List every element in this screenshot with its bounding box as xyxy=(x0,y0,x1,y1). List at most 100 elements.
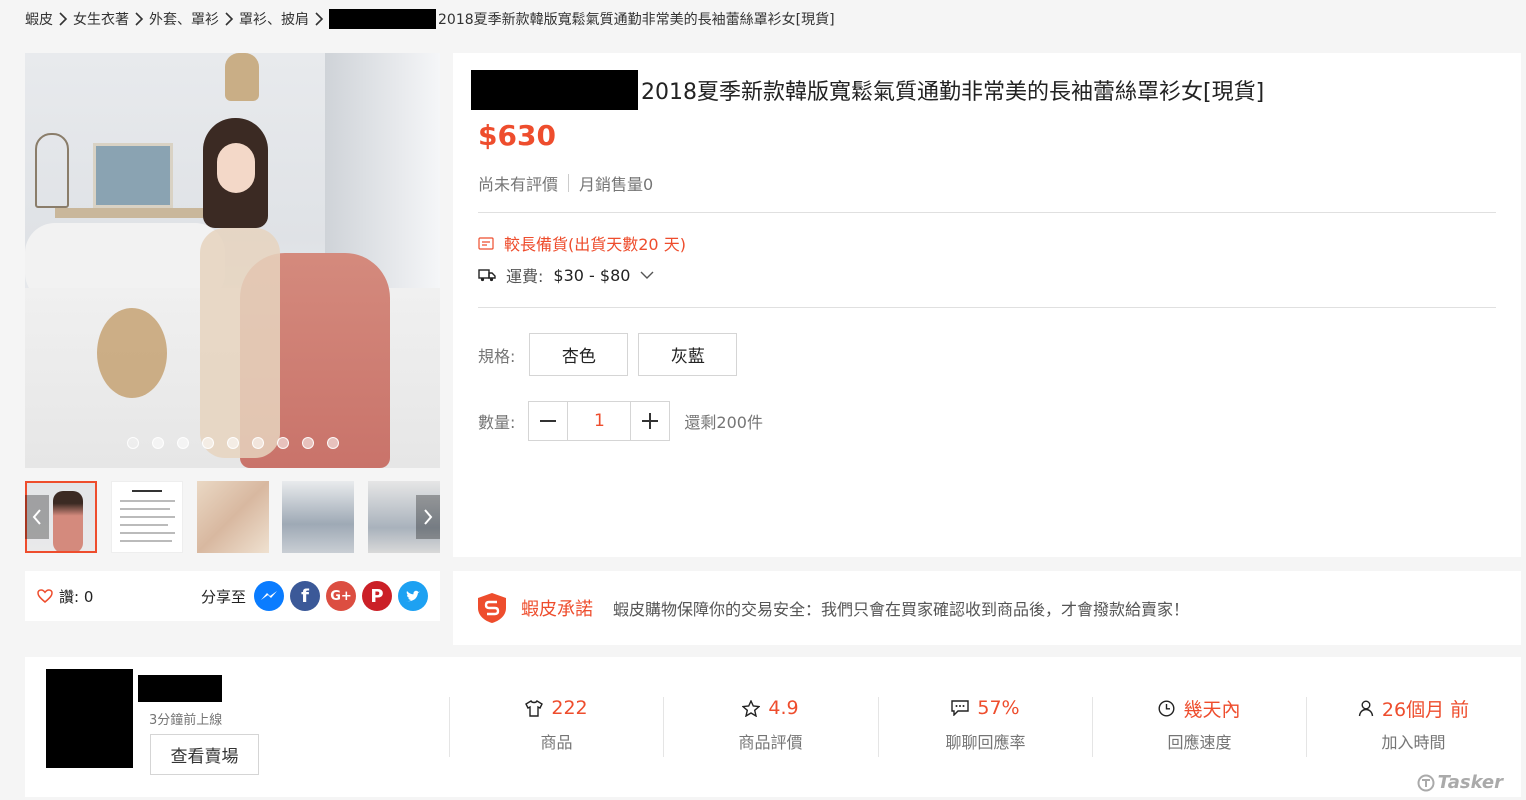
preorder-notice: 較長備貨(出貨天數20 天) xyxy=(478,231,686,255)
messenger-icon[interactable] xyxy=(254,581,284,611)
main-product-image[interactable] xyxy=(25,53,440,468)
watermark-text: Tasker xyxy=(1437,772,1503,793)
pagination-dot[interactable] xyxy=(227,437,239,449)
pagination-dot[interactable] xyxy=(252,437,264,449)
product-price: $630 xyxy=(478,119,556,152)
shop-avatar[interactable] xyxy=(46,669,133,768)
breadcrumb-cardigans[interactable]: 罩衫、披肩 xyxy=(239,9,309,29)
quantity-increase-button[interactable] xyxy=(631,402,669,440)
breadcrumb-current: 2018夏季新款韓版寬鬆氣質通勤非常美的長袖蕾絲罩衫女[現貨] xyxy=(438,12,835,28)
share-label: 分享至 xyxy=(200,587,246,606)
shipping-label: 運費: xyxy=(506,267,544,286)
guarantee-text: 蝦皮購物保障你的交易安全：我們只會在買家確認收到商品後，才會撥款給賣家！ xyxy=(613,600,1190,619)
product-title-row: 2018夏季新款韓版寬鬆氣質通勤非常美的長袖蕾絲罩衫女[現貨] xyxy=(471,70,1264,110)
thumbnail-next-button[interactable] xyxy=(416,495,440,539)
like-button[interactable]: 讚: 0 xyxy=(37,586,93,607)
product-info-panel: 2018夏季新款韓版寬鬆氣質通勤非常美的長袖蕾絲罩衫女[現貨] $630 尚未有… xyxy=(453,53,1521,557)
plus-icon xyxy=(642,413,659,429)
stat-products[interactable]: 222 商品 xyxy=(449,697,663,757)
pagination-dot[interactable] xyxy=(277,437,289,449)
variation-option-gray-blue[interactable]: 灰藍 xyxy=(638,333,738,376)
stat-value: 222 xyxy=(551,697,588,719)
thumbnail[interactable] xyxy=(197,481,269,553)
product-gallery xyxy=(25,53,440,553)
image-pagination-dots xyxy=(127,437,339,449)
shop-name-redacted xyxy=(138,675,222,702)
tasker-logo-icon xyxy=(1417,774,1435,791)
stat-value: 幾天內 xyxy=(1183,698,1241,721)
quantity-row: 數量: 1 還剩200件 xyxy=(478,401,763,441)
stat-label: 商品 xyxy=(540,733,573,752)
pagination-dot[interactable] xyxy=(202,437,214,449)
shirt-icon xyxy=(525,699,544,717)
thumbnail[interactable] xyxy=(282,481,354,553)
breadcrumb: 蝦皮 女生衣著 外套、罩衫 罩衫、披肩 2018夏季新款韓版寬鬆氣質通勤非常美的… xyxy=(25,6,835,32)
breadcrumb-home[interactable]: 蝦皮 xyxy=(25,9,53,29)
stat-rating[interactable]: 4.9 商品評價 xyxy=(663,697,877,757)
variation-option-apricot[interactable]: 杏色 xyxy=(529,333,629,376)
shop-info-panel: 3分鐘前上線 查看賣場 222 商品 4.9 商品評價 57% 聊聊回應率 幾天… xyxy=(25,657,1521,797)
ratings-row: 尚未有評價 月銷售量0 xyxy=(478,171,653,195)
person-icon xyxy=(1358,700,1374,716)
chat-icon xyxy=(951,700,970,716)
redacted-block xyxy=(329,9,436,29)
stat-value: 57% xyxy=(977,697,1020,719)
twitter-icon[interactable] xyxy=(398,581,428,611)
quantity-input[interactable]: 1 xyxy=(567,402,632,440)
stat-response-time[interactable]: 幾天內 回應速度 xyxy=(1092,697,1306,757)
shopee-guarantee-banner: 蝦皮承諾 蝦皮購物保障你的交易安全：我們只會在買家確認收到商品後，才會撥款給賣家… xyxy=(453,571,1521,645)
pagination-dot[interactable] xyxy=(127,437,139,449)
stat-value: 4.9 xyxy=(768,697,799,719)
chevron-right-icon xyxy=(309,11,329,27)
pagination-dot[interactable] xyxy=(177,437,189,449)
clock-icon xyxy=(1158,699,1175,717)
quantity-stepper: 1 xyxy=(528,401,671,441)
chevron-right-icon xyxy=(53,11,73,27)
pagination-dot[interactable] xyxy=(302,437,314,449)
monthly-sales: 月銷售量0 xyxy=(579,175,654,194)
preorder-text: 較長備貨(出貨天數20 天) xyxy=(504,235,686,254)
stock-remaining: 還剩200件 xyxy=(684,413,763,432)
stat-chat-response-rate[interactable]: 57% 聊聊回應率 xyxy=(878,697,1092,757)
facebook-icon[interactable]: f xyxy=(290,581,320,611)
chevron-right-icon xyxy=(424,509,433,525)
chevron-left-icon xyxy=(32,509,41,525)
star-icon xyxy=(742,699,761,717)
shield-icon xyxy=(478,593,506,623)
variation-label: 規格: xyxy=(478,346,516,366)
pinterest-icon[interactable]: P xyxy=(362,581,392,611)
rating-text[interactable]: 尚未有評價 xyxy=(478,171,558,195)
chevron-right-icon xyxy=(219,11,239,27)
pagination-dot[interactable] xyxy=(327,437,339,449)
view-shop-button[interactable]: 查看賣場 xyxy=(150,734,259,775)
thumbnail[interactable] xyxy=(111,481,183,553)
chevron-right-icon xyxy=(129,11,149,27)
guarantee-title: 蝦皮承諾 xyxy=(521,599,593,620)
product-title: 2018夏季新款韓版寬鬆氣質通勤非常美的長袖蕾絲罩衫女[現貨] xyxy=(641,80,1265,105)
social-bar: 讚: 0 分享至 f G+ P xyxy=(25,571,440,621)
shipping-value: $30 - $80 xyxy=(553,265,631,285)
share-icons: f G+ P xyxy=(254,581,428,611)
stat-joined[interactable]: 26個月 前 加入時間 xyxy=(1306,697,1520,757)
heart-icon xyxy=(37,589,53,603)
stat-label: 商品評價 xyxy=(738,733,803,752)
variation-row: 規格: 杏色 灰藍 xyxy=(478,333,738,376)
thumbnail-strip xyxy=(25,481,440,553)
shipping-row[interactable]: 運費: $30 - $80 xyxy=(478,263,654,287)
breadcrumb-outerwear[interactable]: 外套、罩衫 xyxy=(149,9,219,29)
stat-value: 26個月 前 xyxy=(1381,698,1470,721)
preorder-icon xyxy=(478,236,494,250)
minus-icon xyxy=(540,420,557,422)
truck-icon xyxy=(478,269,496,282)
google-plus-icon[interactable]: G+ xyxy=(326,581,356,611)
breadcrumb-womens-clothing[interactable]: 女生衣著 xyxy=(73,9,129,29)
thumbnail-prev-button[interactable] xyxy=(25,495,49,539)
stat-label: 加入時間 xyxy=(1381,733,1446,752)
shop-online-status: 3分鐘前上線 xyxy=(149,713,223,728)
quantity-decrease-button[interactable] xyxy=(529,402,567,440)
pagination-dot[interactable] xyxy=(152,437,164,449)
like-count: 讚: 0 xyxy=(59,587,94,606)
chevron-down-icon xyxy=(640,271,654,279)
redacted-block xyxy=(471,70,638,110)
stat-label: 聊聊回應率 xyxy=(945,733,1026,752)
